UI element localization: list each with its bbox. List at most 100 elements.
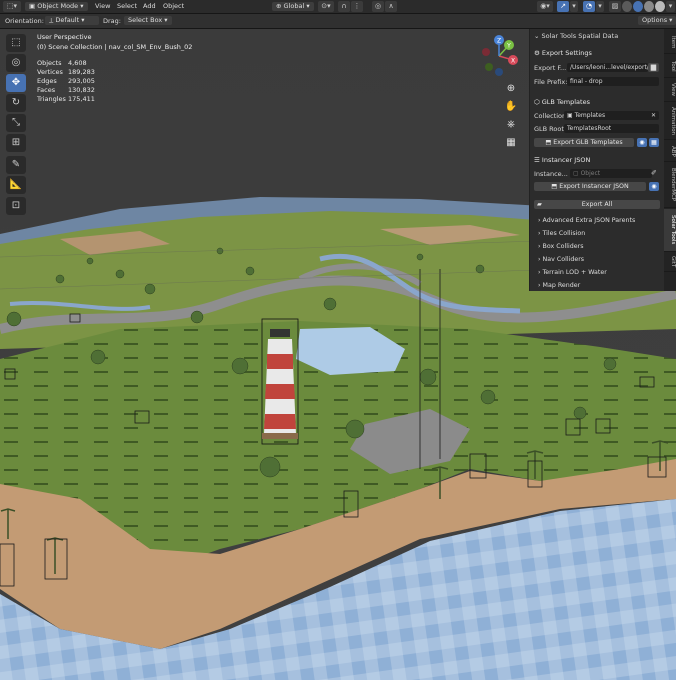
gizmo-z-label: Z [497,38,501,45]
instance-object-field[interactable]: ▢ Object [570,169,652,178]
perspective-toggle[interactable]: ▦ [503,135,519,151]
list-icon: ☰ [534,156,542,164]
stat-label: Faces [37,86,56,94]
tab-abp[interactable]: ABP [664,141,676,162]
pivot-point-button[interactable]: ⊙▾ [318,1,334,12]
select-box-tool[interactable]: ⬚ [6,34,26,52]
overlays-toggle[interactable]: ◔ [583,1,595,12]
subpanel-tiles-collision[interactable]: › Tiles Collision [538,230,585,237]
sidebar-panel: ⌄ Solar Tools Spatial Data ⚙ Export Sett… [529,29,664,291]
subpanel-nav-colliders[interactable]: › Nav Colliders [538,256,584,263]
glb-grid-toggle[interactable]: ▦ [649,138,659,147]
export-folder-field[interactable]: /Users/leoni...level/export/ [567,63,648,72]
export-instancer-json-button[interactable]: ⬒ Export Instancer JSON [534,182,646,191]
instancer-json-header[interactable]: ☰ Instancer JSON [534,156,590,164]
shading-rendered[interactable] [655,1,665,12]
tab-view[interactable]: View [664,79,676,102]
chevron-down-icon: ▾ [668,2,673,10]
snap-target-button[interactable]: ⋮ [351,1,363,12]
folder-browse-button[interactable]: ▆ [648,63,659,72]
stat-label: Vertices [37,68,63,76]
orientation-dropdown[interactable]: ⟂ Default ▾ [45,16,99,25]
clear-icon[interactable]: ✕ [651,111,656,120]
gizmo-dropdown[interactable]: ▾ [570,1,578,12]
subpanel-terrain-lod-water[interactable]: › Terrain LOD + Water [538,269,607,276]
shading-solid[interactable] [633,1,643,12]
options-dropdown[interactable]: Options ▾ [638,16,676,25]
chevron-down-icon: ▾ [598,2,602,10]
export-glb-templates-button[interactable]: ⬒ Export GLB Templates [534,138,634,147]
shading-wireframe[interactable] [622,1,632,12]
add-cube-icon: ⊡ [11,200,21,211]
falloff-button[interactable]: ∧ [385,1,397,12]
xray-toggle[interactable]: ▨ [609,1,621,12]
transform-icon: ⊞ [11,137,21,148]
stat-label: Triangles [37,95,66,103]
subpanel-box-colliders[interactable]: › Box Colliders [538,243,583,250]
menu-add[interactable]: Add [143,2,156,11]
navigation-gizmo[interactable]: X Y Z [478,35,520,77]
snap-toggle[interactable]: ∩ [338,1,350,12]
visibility-button[interactable]: ◉▾ [537,1,553,12]
tab-tool[interactable]: Tool [664,55,676,78]
ruler-icon: 📐 [9,179,23,190]
instancer-visibility-toggle[interactable]: ◉ [649,182,659,191]
export-settings-header[interactable]: ⚙ Export Settings [534,49,592,57]
eyedropper-button[interactable]: ✐ [651,169,660,178]
gizmo-toggle[interactable]: ↗ [557,1,569,12]
rotate-icon: ↻ [11,97,21,108]
proportional-edit-toggle[interactable]: ◎ [372,1,384,12]
glb-visibility-toggle[interactable]: ◉ [637,138,647,147]
move-tool[interactable]: ✥ [6,74,26,92]
pan-button[interactable]: ✋ [503,99,519,115]
glb-root-field[interactable]: TemplatesRoot [564,124,659,133]
zoom-icon: ⊕ [506,83,516,94]
menu-select[interactable]: Select [117,2,137,11]
export-all-button[interactable]: ▰ Export All [534,200,660,209]
tab-gitt[interactable]: GitT [664,253,676,272]
glb-templates-header[interactable]: ⬡ GLB Templates [534,98,590,106]
editor-type-button[interactable]: ⬚▾ [3,1,21,12]
gizmo-x-label: X [511,58,515,65]
annotate-tool[interactable]: ✎ [6,156,26,174]
collection-field[interactable]: ▣ Templates ✕ [564,111,659,120]
file-prefix-field[interactable]: final - drop [567,77,659,86]
snap-grid-icon: ⋮ [353,2,361,10]
editor-header: ⬚▾ ▣ Object Mode ▾ View Select Add Objec… [0,0,676,14]
drag-dropdown[interactable]: Select Box ▾ [124,16,172,25]
tab-blendermcp[interactable]: BlenderMCP [664,163,676,208]
eye-icon: ◉ [651,183,657,190]
rotate-tool[interactable]: ↻ [6,94,26,112]
menu-object[interactable]: Object [163,2,184,11]
shading-dropdown[interactable]: ▾ [666,1,675,12]
eye-icon: ◉ [639,139,645,146]
transform-orientation-dropdown[interactable]: ⊕ Global ▾ [272,2,314,11]
scale-tool[interactable]: ⤡ [6,114,26,132]
viewport-view-name: User Perspective [37,33,92,41]
tab-animation[interactable]: Animation [664,103,676,140]
add-cube-tool[interactable]: ⊡ [6,197,26,215]
camera-icon: ⎈ [507,119,515,130]
subpanel-advanced-json-parents[interactable]: › Advanced Extra JSON Parents [538,217,635,224]
zoom-button[interactable]: ⊕ [503,81,519,97]
subpanel-map-render[interactable]: › Map Render [538,282,580,289]
stat-value: 130,832 [68,86,95,94]
gizmo-icon: ↗ [560,2,566,10]
measure-tool[interactable]: 📐 [6,176,26,194]
viewport-editor-icon: ⬚▾ [6,2,18,10]
collection-icon: ▣ [567,112,575,119]
menu-view[interactable]: View [95,2,110,11]
shading-material[interactable] [644,1,654,12]
grid-icon: ▦ [506,137,516,148]
transform-tool[interactable]: ⊞ [6,134,26,152]
camera-view-button[interactable]: ⎈ [503,117,519,133]
mode-dropdown[interactable]: ▣ Object Mode ▾ [25,2,88,11]
panel-title[interactable]: ⌄ Solar Tools Spatial Data [534,32,660,40]
cursor-tool[interactable]: ◎ [6,54,26,72]
cursor-icon: ◎ [11,57,21,68]
tab-solar-tools[interactable]: Solar Tools [664,209,676,252]
tab-item[interactable]: Item [664,31,676,54]
chevron-down-icon: ▾ [572,2,576,10]
overlays-dropdown[interactable]: ▾ [596,1,604,12]
eye-selectability-icon: ◉▾ [540,2,550,10]
